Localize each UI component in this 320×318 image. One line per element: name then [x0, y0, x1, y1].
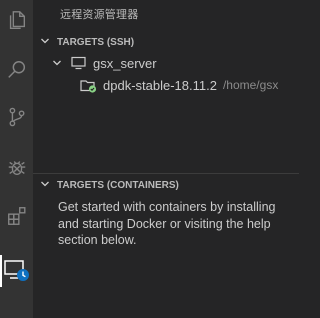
monitor-icon	[71, 56, 86, 70]
search-icon	[6, 59, 28, 81]
files-icon	[6, 9, 28, 31]
activity-bar	[0, 0, 33, 318]
chevron-down-icon	[40, 179, 56, 192]
activity-debug[interactable]	[0, 147, 33, 187]
section-header-ssh[interactable]: TARGETS (SSH)	[33, 31, 299, 53]
section-title-ssh: TARGETS (SSH)	[57, 36, 135, 48]
folder-path: /home/gsx	[222, 78, 279, 92]
activity-search[interactable]	[0, 50, 33, 90]
activity-source-control[interactable]	[0, 97, 33, 137]
debug-icon	[6, 156, 28, 178]
activity-extensions[interactable]	[0, 196, 33, 236]
tree-item-host[interactable]: gsx_server	[33, 52, 299, 74]
activity-explorer[interactable]	[0, 0, 33, 40]
chevron-down-icon	[52, 58, 64, 68]
extensions-icon	[6, 205, 28, 227]
remote-explorer-window: 远程资源管理器 TARGETS (SSH) gsx_server dpdk-st…	[0, 0, 299, 318]
section-title-containers: TARGETS (CONTAINERS)	[57, 179, 179, 191]
tree-item-folder[interactable]: dpdk-stable-18.11.2 /home/gsx	[33, 74, 299, 96]
host-label: gsx_server	[93, 55, 157, 71]
remote-explorer-icon	[3, 258, 31, 284]
folder-connected-icon	[80, 78, 97, 93]
chevron-down-icon	[40, 36, 56, 49]
containers-empty-message: Get started with containers by installin…	[58, 200, 276, 247]
sidebar-title: 远程资源管理器	[60, 9, 139, 21]
folder-label: dpdk-stable-18.11.2	[103, 77, 217, 93]
activity-remote-explorer[interactable]	[0, 251, 33, 291]
source-control-icon	[6, 106, 28, 128]
sidebar: 远程资源管理器 TARGETS (SSH) gsx_server dpdk-st…	[33, 0, 299, 318]
section-header-containers[interactable]: TARGETS (CONTAINERS)	[33, 173, 299, 196]
